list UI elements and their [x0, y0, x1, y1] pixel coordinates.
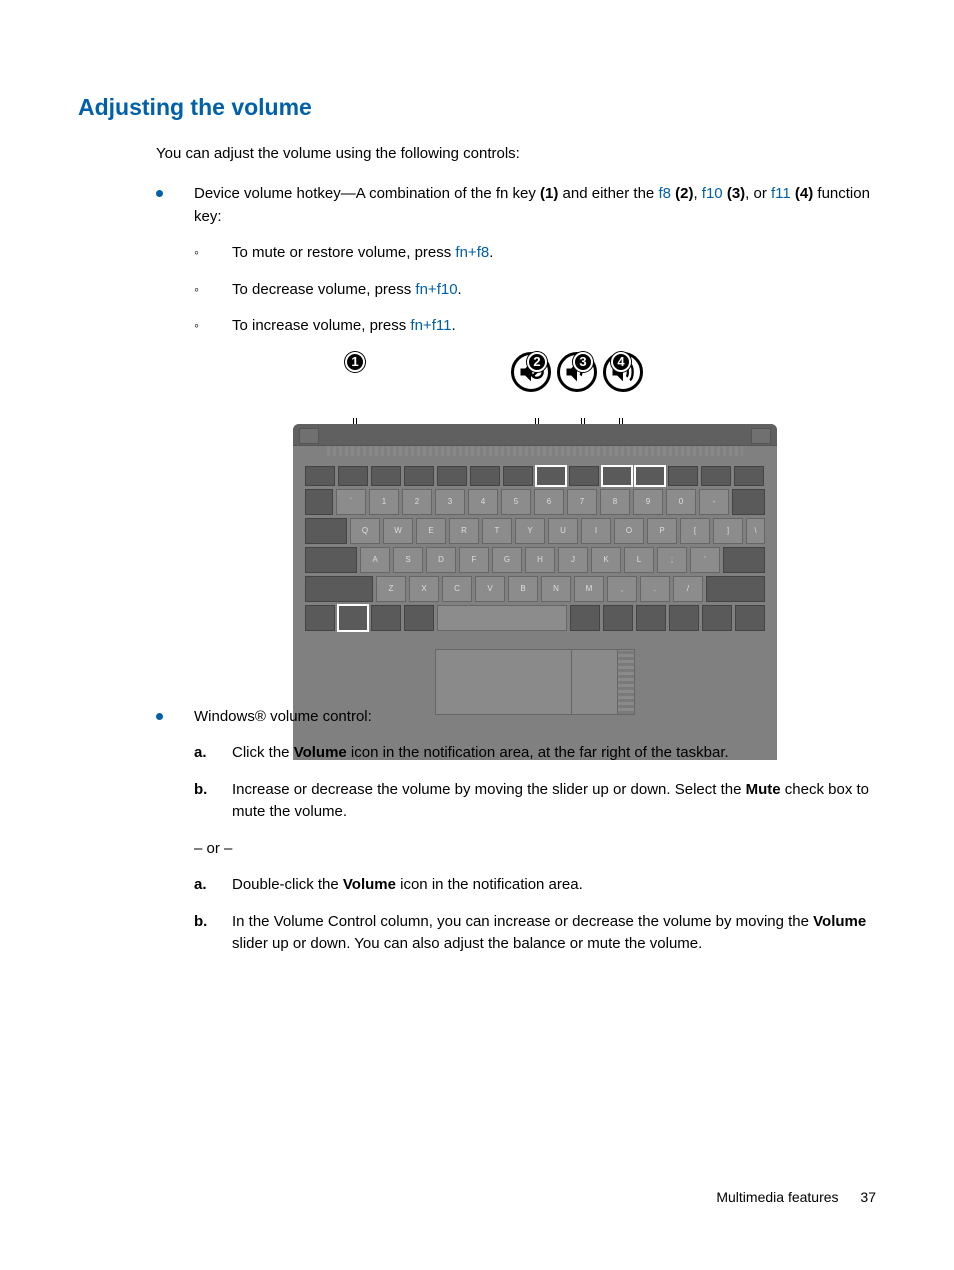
keyboard-row-space [305, 605, 765, 631]
key-f11 [635, 466, 665, 486]
text-fragment: , [693, 185, 701, 202]
sub-increase: To increase volume, press fn+f11. [194, 315, 876, 338]
sub-decrease: To decrease volume, press fn+f10. [194, 279, 876, 302]
step-1a: Click the Volume icon in the notificatio… [194, 742, 876, 765]
text-fragment: To decrease volume, press [232, 281, 415, 298]
text-fragment: Increase or decrease the volume by movin… [232, 781, 746, 798]
keyboard-illustration: 1 2 3 4 [293, 352, 777, 688]
callout-ref-3: (3) [723, 185, 746, 202]
intro-text: You can adjust the volume using the foll… [156, 143, 876, 166]
key-ref-f10: f10 [702, 185, 723, 202]
key-ref-f11: f11 [771, 185, 791, 202]
text-fragment: . [451, 317, 455, 334]
callout-ref-4: (4) [791, 185, 814, 202]
hotkey-fn-f10: fn+f10 [415, 281, 457, 298]
text-fragment: icon in the notification area. [396, 876, 583, 893]
keyboard-row-fn [305, 466, 765, 486]
bullet-windows-volume: Windows® volume control: Click the Volum… [156, 706, 876, 956]
callout-badge-1: 1 [345, 352, 365, 372]
text-fragment: . [489, 244, 493, 261]
key-f8 [536, 466, 566, 486]
text-fragment: . [458, 281, 462, 298]
text-fragment: , or [745, 185, 771, 202]
text-fragment: Click the [232, 744, 294, 761]
text-fragment: To mute or restore volume, press [232, 244, 455, 261]
text-fragment: In the Volume Control column, you can in… [232, 913, 813, 930]
keyboard-row-zxcv: Z X C V B N M , . / [305, 576, 765, 602]
keyboard-row-qwerty: Q W E R T Y U I O P [ ] \ [305, 518, 765, 544]
key-ref-f8: f8 [658, 185, 671, 202]
step-2b: In the Volume Control column, you can in… [194, 911, 876, 956]
text-fragment: To increase volume, press [232, 317, 410, 334]
text-fragment: Double-click the [232, 876, 343, 893]
bullet-device-hotkey: Device volume hotkey—A combination of th… [156, 183, 876, 688]
sub-mute: To mute or restore volume, press fn+f8. [194, 242, 876, 265]
text-fragment: icon in the notification area, at the fa… [347, 744, 729, 761]
step-1b: Increase or decrease the volume by movin… [194, 779, 876, 824]
bold-volume: Volume [294, 744, 347, 761]
hotkey-fn-f11: fn+f11 [410, 317, 451, 334]
or-separator: – or – [194, 838, 876, 861]
bold-volume: Volume [813, 913, 866, 930]
callout-ref-1: (1) [540, 185, 558, 202]
bold-mute: Mute [746, 781, 781, 798]
callout-badge-4: 4 [611, 352, 631, 372]
keyboard-row-asdf: A S D F G H J K L ; ' [305, 547, 765, 573]
text-fragment: Windows® volume control: [194, 708, 372, 725]
footer-section-label: Multimedia features [716, 1189, 838, 1205]
page-footer: Multimedia features 37 [716, 1187, 876, 1208]
callout-badge-2: 2 [527, 352, 547, 372]
section-heading: Adjusting the volume [78, 90, 876, 125]
keyboard-row-num: ` 1 2 3 4 5 6 7 8 9 0 - [305, 489, 765, 515]
key-f10 [602, 466, 632, 486]
callout-ref-2: (2) [671, 185, 694, 202]
key-fn [338, 605, 368, 631]
text-fragment: and either the [558, 185, 658, 202]
bold-volume: Volume [343, 876, 396, 893]
text-fragment: slider up or down. You can also adjust t… [232, 935, 702, 952]
text-fragment: Device volume hotkey—A combination of th… [194, 185, 540, 202]
hotkey-fn-f8: fn+f8 [455, 244, 489, 261]
page-number: 37 [860, 1189, 876, 1205]
callout-badge-3: 3 [573, 352, 593, 372]
step-2a: Double-click the Volume icon in the noti… [194, 874, 876, 897]
